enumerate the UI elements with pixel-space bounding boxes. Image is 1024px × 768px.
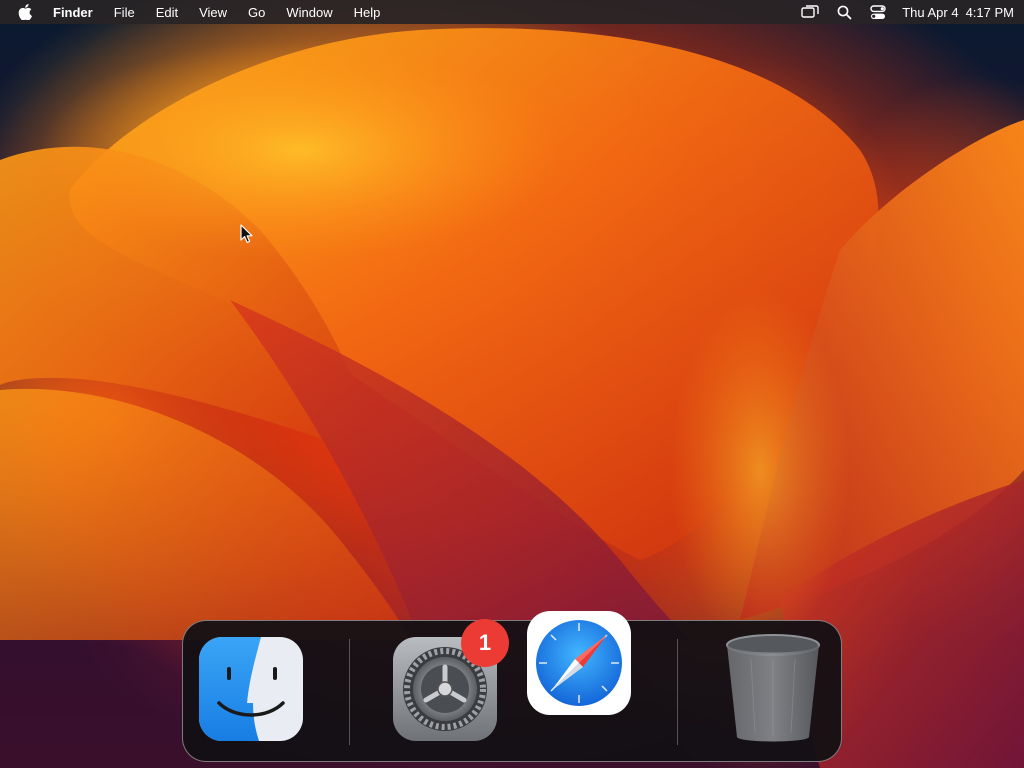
screen-mirroring-icon[interactable] [801,5,819,19]
clock-date: Thu Apr 4 [902,4,959,20]
dock-item-system-settings[interactable]: 1 [393,619,509,746]
apple-menu-icon[interactable] [18,4,32,21]
menu-bar: Finder File Edit View Go Window Help Thu… [0,0,1024,24]
clock-time: 4:17 PM [965,4,1014,20]
menu-help[interactable]: Help [354,5,381,20]
control-center-icon[interactable] [870,4,886,20]
menu-go[interactable]: Go [248,5,265,20]
dock-separator [677,639,678,745]
dock-item-finder[interactable] [199,637,303,746]
spotlight-search-icon[interactable] [837,5,852,20]
mouse-pointer-icon [240,224,254,249]
finder-icon [199,637,303,741]
notification-badge: 1 [461,619,509,667]
dock-item-trash[interactable] [721,633,825,754]
safari-icon [527,611,631,715]
menu-window[interactable]: Window [286,5,332,20]
menu-bar-clock[interactable]: Thu Apr 4 4:17 PM [902,5,1014,20]
dock: 1 [182,611,842,762]
dock-item-safari[interactable] [527,611,631,720]
desktop[interactable]: Finder File Edit View Go Window Help Thu… [0,0,1024,768]
menu-edit[interactable]: Edit [156,5,178,20]
trash-icon [726,634,820,742]
menu-view[interactable]: View [199,5,227,20]
menu-app-finder[interactable]: Finder [53,5,93,20]
dock-separator [349,639,350,745]
menu-file[interactable]: File [114,5,135,20]
